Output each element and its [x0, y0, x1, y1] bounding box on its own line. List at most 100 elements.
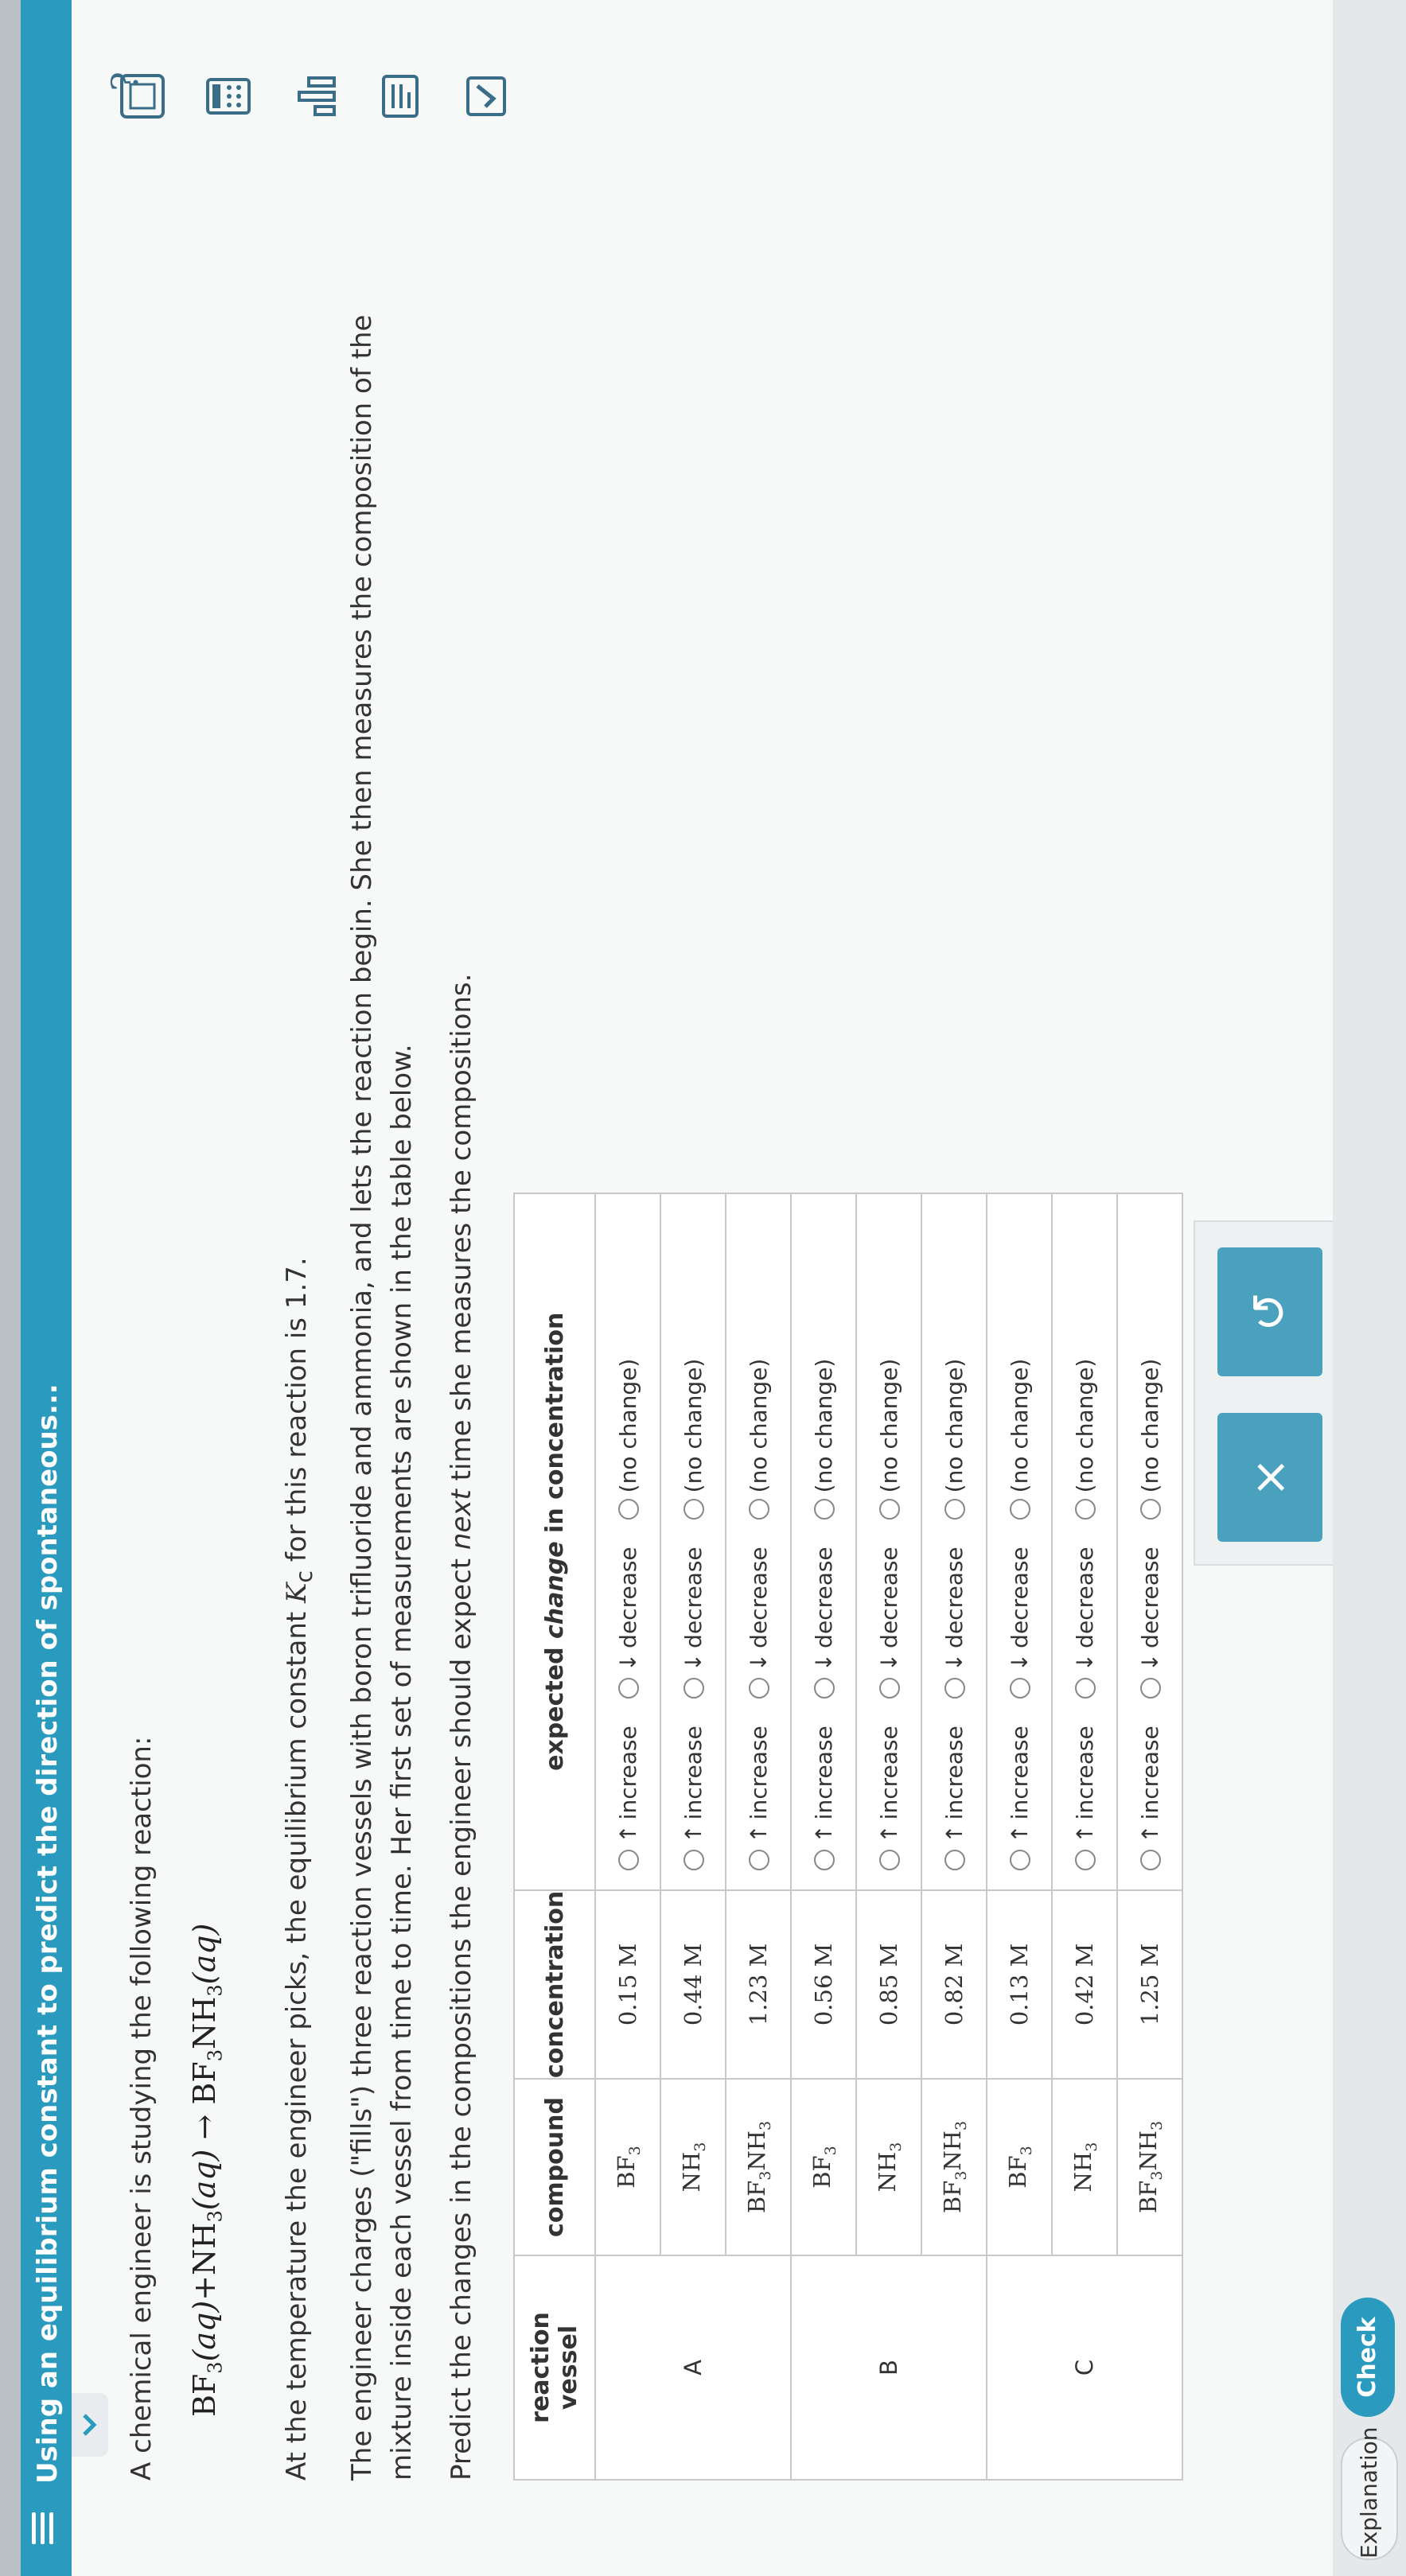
predict-em: next — [446, 1489, 477, 1551]
down-arrow-icon: ↓ — [811, 1652, 837, 1672]
radio-button[interactable] — [618, 1849, 639, 1870]
checkmark-box-icon[interactable] — [463, 73, 509, 119]
up-arrow-icon: ↑ — [746, 1824, 772, 1843]
tool-sidebar — [119, 56, 549, 119]
radio-button[interactable] — [749, 1499, 769, 1520]
radio-button[interactable] — [879, 1849, 900, 1870]
action-box: × ↺ — [1194, 1220, 1348, 1566]
up-arrow-icon: ↑ — [615, 1824, 641, 1843]
option-decrease[interactable]: ↓decrease — [1137, 1547, 1163, 1699]
option-decrease[interactable]: ↓decrease — [1007, 1547, 1033, 1699]
top-bar: Using an equilibrium constant to predict… — [0, 0, 72, 2576]
menu-icon[interactable] — [27, 2512, 59, 2544]
up-arrow-icon: ↑ — [811, 1824, 837, 1843]
radio-button[interactable] — [1140, 1849, 1161, 1870]
collapse-tab[interactable] — [72, 2393, 108, 2457]
concentration-cell: 0.82 M — [921, 1889, 987, 2079]
eq-r1-sub: 3 — [204, 2361, 227, 2374]
radio-button[interactable] — [814, 1499, 835, 1520]
up-arrow-icon: ↑ — [941, 1824, 968, 1843]
radio-button[interactable] — [1075, 1849, 1096, 1870]
option-increase[interactable]: ↑increase — [1072, 1726, 1098, 1870]
radio-button[interactable] — [1075, 1678, 1096, 1699]
radio-button[interactable] — [1075, 1499, 1096, 1520]
radio-button[interactable] — [944, 1849, 965, 1870]
eq-r1-state: (aq) — [187, 2300, 222, 2362]
concentration-cell: 0.44 M — [660, 1889, 726, 2079]
option-increase[interactable]: ↑increase — [1007, 1726, 1033, 1870]
option-decrease[interactable]: ↓decrease — [876, 1547, 902, 1699]
radio-button[interactable] — [684, 1678, 704, 1699]
radio-button[interactable] — [684, 1499, 704, 1520]
option-increase[interactable]: ↑increase — [615, 1726, 641, 1870]
kc-symbol: K — [281, 1582, 313, 1603]
option-increase[interactable]: ↑increase — [876, 1726, 902, 1870]
concentration-cell: 0.15 M — [595, 1889, 660, 2079]
option-increase[interactable]: ↑increase — [811, 1726, 837, 1870]
radio-button[interactable] — [749, 1849, 769, 1870]
radio-button[interactable] — [814, 1849, 835, 1870]
radio-button[interactable] — [1010, 1499, 1030, 1520]
radio-button[interactable] — [1140, 1678, 1161, 1699]
option-increase[interactable]: ↑increase — [746, 1726, 772, 1870]
option-increase[interactable]: ↑increase — [680, 1726, 707, 1870]
option-increase[interactable]: ↑increase — [1137, 1726, 1163, 1870]
radio-button[interactable] — [944, 1499, 965, 1520]
explanation-button[interactable]: Explanation — [1341, 2426, 1398, 2560]
radio-button[interactable] — [944, 1678, 965, 1699]
concentration-cell: 0.85 M — [856, 1889, 921, 2079]
expected-change-cell: ↑increase ↓decrease (no change) — [921, 1193, 987, 1890]
clear-button[interactable]: × — [1217, 1413, 1322, 1542]
option-no-change[interactable]: (no change) — [615, 1359, 641, 1520]
expected-change-cell: ↑increase ↓decrease (no change) — [1052, 1193, 1117, 1890]
option-no-change[interactable]: (no change) — [1007, 1359, 1033, 1520]
option-no-change[interactable]: (no change) — [746, 1359, 772, 1520]
option-decrease[interactable]: ↓decrease — [615, 1547, 641, 1699]
option-decrease[interactable]: ↓decrease — [680, 1547, 707, 1699]
option-decrease[interactable]: ↓decrease — [1072, 1547, 1098, 1699]
calculator-icon[interactable] — [205, 73, 251, 119]
down-arrow-icon: ↓ — [941, 1652, 968, 1672]
predict-post: time she measures the compositions. — [446, 973, 477, 1490]
option-no-change[interactable]: (no change) — [680, 1359, 707, 1520]
kc-statement: At the temperature the engineer picks, t… — [281, 1257, 317, 2481]
chevron-icon — [83, 2414, 97, 2436]
radio-button[interactable] — [749, 1678, 769, 1699]
eq-r1: BF — [187, 2373, 222, 2417]
option-decrease[interactable]: ↓decrease — [746, 1547, 772, 1699]
down-arrow-icon: ↓ — [1007, 1652, 1033, 1672]
radio-button[interactable] — [618, 1678, 639, 1699]
undo-button[interactable]: ↺ — [1217, 1247, 1322, 1376]
eq-r2-sub: 3 — [204, 2210, 227, 2223]
expected-change-cell: ↑increase ↓decrease (no change) — [791, 1193, 856, 1890]
eq-r2-state: (aq) — [187, 2149, 222, 2211]
option-no-change[interactable]: (no change) — [876, 1359, 902, 1520]
periodic-table-icon[interactable] — [119, 73, 166, 119]
check-button[interactable]: Check — [1341, 2298, 1395, 2417]
option-decrease[interactable]: ↓decrease — [811, 1547, 837, 1699]
option-no-change[interactable]: (no change) — [811, 1359, 837, 1520]
option-increase[interactable]: ↑increase — [941, 1726, 968, 1870]
option-no-change[interactable]: (no change) — [1072, 1359, 1098, 1520]
down-arrow-icon: ↓ — [615, 1652, 641, 1672]
concentration-cell: 1.23 M — [726, 1889, 791, 2079]
bar-chart-icon[interactable] — [291, 73, 337, 119]
radio-button[interactable] — [814, 1678, 835, 1699]
table-row: C BF3 0.13 M ↑increase ↓decrease (no change) — [987, 1193, 1182, 2480]
option-decrease[interactable]: ↓decrease — [941, 1547, 968, 1699]
data-icon[interactable] — [377, 73, 423, 119]
radio-button[interactable] — [1010, 1849, 1030, 1870]
radio-button[interactable] — [618, 1499, 639, 1520]
vessel-label: C — [987, 2255, 1182, 2480]
intro-text: A chemical engineer is studying the foll… — [126, 1736, 158, 2481]
down-arrow-icon: ↓ — [876, 1652, 902, 1672]
charge-text-line1: The engineer charges ("fills") three rea… — [346, 314, 378, 2481]
radio-button[interactable] — [1010, 1678, 1030, 1699]
radio-button[interactable] — [684, 1849, 704, 1870]
radio-button[interactable] — [879, 1499, 900, 1520]
option-no-change[interactable]: (no change) — [941, 1359, 968, 1520]
radio-button[interactable] — [879, 1678, 900, 1699]
browser-edge — [0, 0, 21, 2576]
option-no-change[interactable]: (no change) — [1137, 1359, 1163, 1520]
radio-button[interactable] — [1140, 1499, 1161, 1520]
